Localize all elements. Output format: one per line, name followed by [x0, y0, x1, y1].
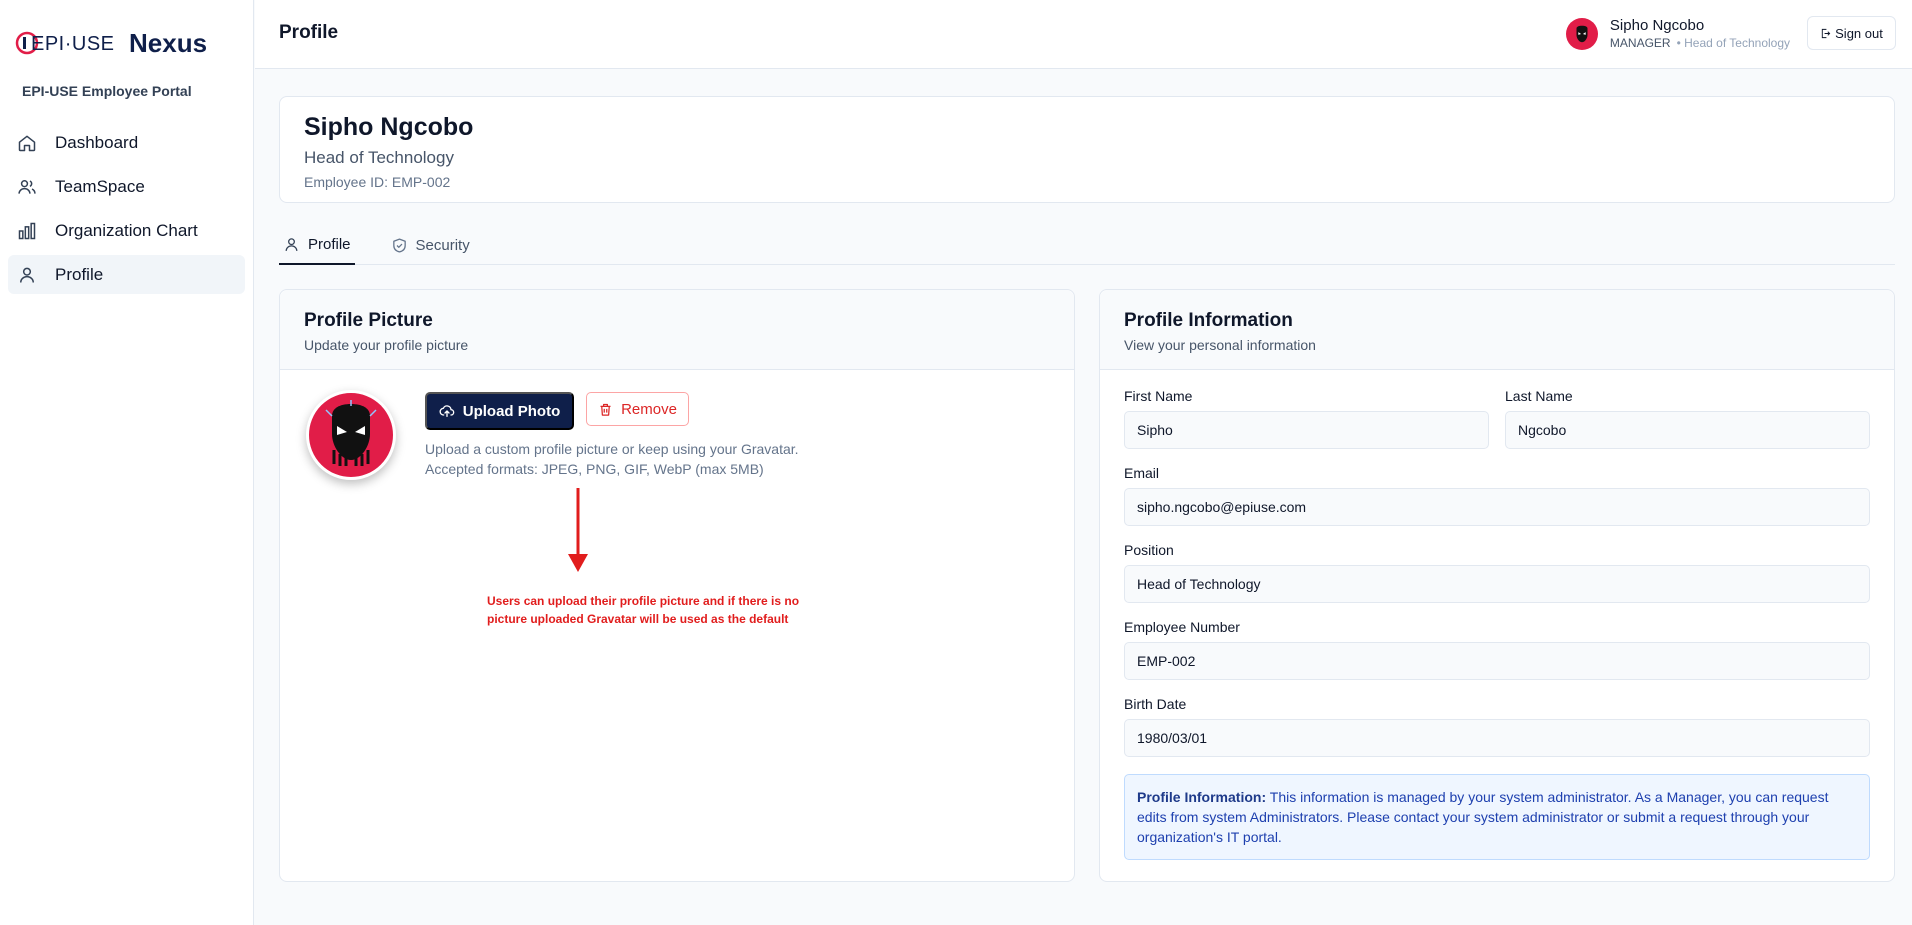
page-title: Profile — [279, 22, 339, 43]
user-menu[interactable]: Sipho Ngcobo MANAGER • Head of Technology — [1565, 17, 1790, 50]
user-role: MANAGER — [1609, 36, 1671, 50]
arrow-down-icon — [568, 488, 588, 572]
sign-out-label: Sign out — [1835, 25, 1883, 41]
remove-photo-button[interactable]: Remove — [586, 392, 689, 426]
remove-photo-label: Remove — [621, 400, 677, 418]
annotation-arrow — [566, 488, 590, 579]
profile-avatar — [306, 390, 396, 480]
log-out-icon — [1820, 28, 1831, 39]
users-icon — [16, 176, 38, 198]
sidebar-item-dashboard[interactable]: Dashboard — [8, 123, 245, 162]
shield-check-icon — [391, 237, 408, 254]
card-title: Profile Picture — [304, 310, 433, 331]
annotation-note: Users can upload their profile picture a… — [487, 594, 800, 626]
app-name: Nexus — [129, 27, 208, 58]
home-icon — [16, 132, 38, 154]
card-description: View your personal information — [1124, 337, 1316, 353]
upload-help-line2: Accepted formats: JPEG, PNG, GIF, WebP (… — [425, 461, 764, 477]
employee-id: Employee ID: EMP-002 — [304, 174, 451, 190]
card-description: Update your profile picture — [304, 337, 469, 353]
trash-icon — [598, 402, 613, 417]
sidebar-item-label: Organization Chart — [55, 220, 198, 240]
profile-tabs: Profile Security — [279, 226, 1895, 265]
birth-date-label: Birth Date — [1124, 696, 1187, 712]
email-field[interactable]: sipho.ngcobo@epiuse.com — [1124, 488, 1870, 526]
employee-position: Head of Technology — [304, 148, 454, 167]
employee-summary-card: Sipho Ngcobo Head of Technology Employee… — [279, 96, 1895, 203]
avatar-mask-icon — [325, 400, 377, 466]
first-name-field[interactable]: Sipho — [1124, 411, 1489, 449]
employee-name: Sipho Ngcobo — [304, 113, 474, 141]
epi-use-logo: EPI·USE — [15, 29, 115, 57]
epi-use-logo-icon: EPI·USE — [15, 31, 115, 55]
profile-info-notice: Profile Information: This information is… — [1124, 774, 1870, 860]
sidebar: EPI·USE Nexus EPI-USE Employee Portal Da… — [0, 0, 254, 925]
sidebar-item-teamspace[interactable]: TeamSpace — [8, 167, 245, 206]
card-title: Profile Information — [1124, 310, 1293, 331]
svg-text:EPI·USE: EPI·USE — [31, 33, 115, 55]
bar-chart-icon — [16, 220, 38, 242]
user-icon — [16, 264, 38, 286]
profile-picture-body: Upload Photo Remove Upload a custom prof… — [280, 370, 1074, 626]
user-title: • Head of Technology — [1676, 36, 1790, 50]
position-label: Position — [1124, 542, 1174, 558]
card-header: Profile Picture Update your profile pict… — [280, 290, 1074, 370]
upload-help-line1: Upload a custom profile picture or keep … — [425, 441, 799, 457]
birth-date-field[interactable]: 1980/03/01 — [1124, 719, 1870, 757]
avatar-mask-icon — [1576, 25, 1588, 42]
tab-security[interactable]: Security — [387, 226, 474, 265]
main-content: Sipho Ngcobo Head of Technology Employee… — [279, 96, 1895, 882]
user-role-line: MANAGER • Head of Technology — [1610, 36, 1790, 50]
sidebar-item-organization-chart[interactable]: Organization Chart — [8, 211, 245, 250]
sidebar-item-label: Dashboard — [55, 132, 139, 152]
last-name-label: Last Name — [1505, 388, 1573, 404]
tab-label: Profile — [308, 236, 351, 253]
employee-number-label: Employee Number — [1124, 619, 1240, 635]
first-name-label: First Name — [1124, 388, 1193, 404]
card-header: Profile Information View your personal i… — [1100, 290, 1894, 370]
user-name: Sipho Ngcobo — [1609, 17, 1705, 34]
employee-number-field[interactable]: EMP-002 — [1124, 642, 1870, 680]
position-field[interactable]: Head of Technology — [1124, 565, 1870, 603]
portal-name: EPI-USE Employee Portal — [22, 83, 192, 99]
notice-title: Profile Information: — [1137, 789, 1267, 805]
sign-out-button[interactable]: Sign out — [1807, 16, 1896, 50]
upload-photo-label: Upload Photo — [462, 402, 561, 420]
cloud-upload-icon — [439, 403, 455, 419]
profile-information-body: First Name Sipho Last Name Ngcobo Email … — [1100, 370, 1894, 878]
avatar — [1565, 17, 1598, 50]
email-label: Email — [1124, 465, 1160, 481]
top-header: Profile Sipho Ngcobo MANAGER • Head of Te… — [255, 0, 1912, 69]
profile-information-card: Profile Information View your personal i… — [1099, 289, 1895, 882]
upload-photo-button[interactable]: Upload Photo — [425, 392, 574, 430]
sidebar-nav: Dashboard TeamSpace Organization Chart P… — [0, 123, 253, 294]
brand[interactable]: EPI·USE Nexus — [0, 0, 253, 86]
user-icon — [283, 236, 300, 253]
sidebar-item-profile[interactable]: Profile — [8, 255, 245, 294]
upload-help-text: Upload a custom profile picture or keep … — [425, 439, 845, 479]
tab-profile[interactable]: Profile — [279, 226, 355, 265]
sidebar-item-label: TeamSpace — [55, 176, 145, 196]
profile-picture-card: Profile Picture Update your profile pict… — [279, 289, 1075, 882]
last-name-field[interactable]: Ngcobo — [1505, 411, 1870, 449]
sidebar-item-label: Profile — [55, 264, 104, 284]
tab-label: Security — [415, 237, 470, 254]
